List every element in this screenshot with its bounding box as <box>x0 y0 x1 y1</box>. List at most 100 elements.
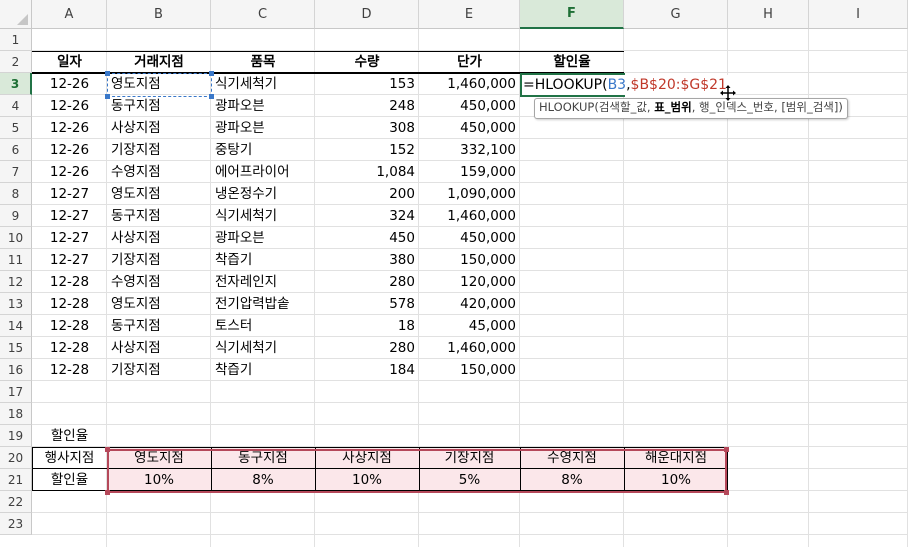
cell-item[interactable]: 착즙기 <box>211 359 315 381</box>
cell-item[interactable]: 중탕기 <box>211 139 315 161</box>
cell-date[interactable]: 12-26 <box>32 139 107 161</box>
ref-handle[interactable] <box>105 94 110 99</box>
row-header-5[interactable]: 5 <box>0 117 32 139</box>
row-header-9[interactable]: 9 <box>0 205 32 227</box>
function-tooltip[interactable]: HLOOKUP(검색할_값, 표_범위, 행_인덱스_번호, [범위_검색]) <box>534 98 848 119</box>
lookup-branch-label[interactable]: 행사지점 <box>32 447 107 469</box>
cell-date[interactable]: 12-26 <box>32 73 107 95</box>
row-header-13[interactable]: 13 <box>0 293 32 315</box>
cell-price[interactable]: 332,100 <box>419 139 520 161</box>
cell-branch[interactable]: 영도지점 <box>107 183 211 205</box>
header-cell-item[interactable]: 품목 <box>211 51 315 73</box>
header-cell-discount[interactable]: 할인율 <box>520 51 624 73</box>
cell-branch[interactable]: 기장지점 <box>107 249 211 271</box>
cell-price[interactable]: 420,000 <box>419 293 520 315</box>
cell-item[interactable]: 냉온정수기 <box>211 183 315 205</box>
cell-branch[interactable]: 사상지점 <box>107 337 211 359</box>
cell-date[interactable]: 12-27 <box>32 183 107 205</box>
tooltip-rest[interactable]: , 행_인덱스_번호, [범위_검색]) <box>692 100 843 114</box>
cell-branch[interactable]: 동구지점 <box>107 205 211 227</box>
cell-formula-editor[interactable]: =HLOOKUP(B3,$B$20:$G$21 <box>523 75 731 95</box>
cell-price[interactable]: 1,460,000 <box>419 337 520 359</box>
cell-price[interactable]: 45,000 <box>419 315 520 337</box>
cell-date[interactable]: 12-26 <box>32 95 107 117</box>
column-header-c[interactable]: C <box>211 0 315 29</box>
cell-branch[interactable]: 동구지점 <box>107 315 211 337</box>
cell-branch[interactable]: 수영지점 <box>107 271 211 293</box>
column-header-i[interactable]: I <box>809 0 908 29</box>
column-header-e[interactable]: E <box>419 0 520 29</box>
cell-price[interactable]: 150,000 <box>419 249 520 271</box>
row-header-23[interactable]: 23 <box>0 513 32 535</box>
cell-item[interactable]: 식기세척기 <box>211 73 315 95</box>
cell-price[interactable]: 159,000 <box>419 161 520 183</box>
row-header-20[interactable]: 20 <box>0 447 32 469</box>
ref-handle[interactable] <box>105 71 110 76</box>
row-header-17[interactable]: 17 <box>0 381 32 403</box>
cell-date[interactable]: 12-28 <box>32 337 107 359</box>
cell-qty[interactable]: 280 <box>315 337 419 359</box>
tooltip-arg1[interactable]: 검색할_값, <box>599 100 654 114</box>
row-header-6[interactable]: 6 <box>0 139 32 161</box>
cell-date[interactable]: 12-28 <box>32 315 107 337</box>
cell-price[interactable]: 150,000 <box>419 359 520 381</box>
cell-item[interactable]: 토스터 <box>211 315 315 337</box>
row-header-22[interactable]: 22 <box>0 491 32 513</box>
cell-item[interactable]: 에어프라이어 <box>211 161 315 183</box>
cell-branch[interactable]: 기장지점 <box>107 139 211 161</box>
cell-date[interactable]: 12-26 <box>32 161 107 183</box>
select-all-corner[interactable] <box>0 0 32 29</box>
cell-qty[interactable]: 1,084 <box>315 161 419 183</box>
header-cell-price[interactable]: 단가 <box>419 51 520 73</box>
ref-handle[interactable] <box>209 71 214 76</box>
cell-qty[interactable]: 152 <box>315 139 419 161</box>
row-header-1[interactable]: 1 <box>0 29 32 51</box>
cell-qty[interactable]: 248 <box>315 95 419 117</box>
column-header-h[interactable]: H <box>728 0 809 29</box>
cell-qty[interactable]: 380 <box>315 249 419 271</box>
row-header-15[interactable]: 15 <box>0 337 32 359</box>
cell-branch[interactable]: 영도지점 <box>107 293 211 315</box>
cell-date[interactable]: 12-26 <box>32 117 107 139</box>
row-header-14[interactable]: 14 <box>0 315 32 337</box>
cell-item[interactable]: 광파오븐 <box>211 227 315 249</box>
cell-date[interactable]: 12-27 <box>32 227 107 249</box>
column-header-a[interactable]: A <box>32 0 107 29</box>
cell-item[interactable]: 식기세척기 <box>211 337 315 359</box>
cell-qty[interactable]: 200 <box>315 183 419 205</box>
row-header-19[interactable]: 19 <box>0 425 32 447</box>
cell-date[interactable]: 12-27 <box>32 249 107 271</box>
cell-date[interactable]: 12-28 <box>32 359 107 381</box>
row-header-4[interactable]: 4 <box>0 95 32 117</box>
cell-price[interactable]: 1,460,000 <box>419 73 520 95</box>
cell-item[interactable]: 전자레인지 <box>211 271 315 293</box>
cell-qty[interactable]: 578 <box>315 293 419 315</box>
cell-item[interactable]: 식기세척기 <box>211 205 315 227</box>
cell-branch[interactable]: 수영지점 <box>107 161 211 183</box>
cell-qty[interactable]: 450 <box>315 227 419 249</box>
row-header-3[interactable]: 3 <box>0 73 32 95</box>
row-header-10[interactable]: 10 <box>0 227 32 249</box>
cell-qty[interactable]: 18 <box>315 315 419 337</box>
cell-item[interactable]: 광파오븐 <box>211 117 315 139</box>
tooltip-function[interactable]: HLOOKUP( <box>539 100 599 114</box>
cell-branch[interactable]: 기장지점 <box>107 359 211 381</box>
cell-date[interactable]: 12-27 <box>32 205 107 227</box>
column-header-g[interactable]: G <box>624 0 728 29</box>
cell-branch[interactable]: 동구지점 <box>107 95 211 117</box>
column-header-d[interactable]: D <box>315 0 419 29</box>
lookup-rate-label[interactable]: 할인율 <box>32 469 107 491</box>
range-handle[interactable] <box>105 490 110 495</box>
cell-date[interactable]: 12-28 <box>32 271 107 293</box>
cell-price[interactable]: 1,090,000 <box>419 183 520 205</box>
lookup-title[interactable]: 할인율 <box>32 425 107 447</box>
cell-qty[interactable]: 184 <box>315 359 419 381</box>
range-handle[interactable] <box>724 447 729 452</box>
cell-price[interactable]: 120,000 <box>419 271 520 293</box>
cell-branch[interactable]: 사상지점 <box>107 117 211 139</box>
ref-handle[interactable] <box>209 94 214 99</box>
range-handle[interactable] <box>724 490 729 495</box>
cell-item[interactable]: 광파오븐 <box>211 95 315 117</box>
cell-qty[interactable]: 308 <box>315 117 419 139</box>
cell-price[interactable]: 450,000 <box>419 117 520 139</box>
